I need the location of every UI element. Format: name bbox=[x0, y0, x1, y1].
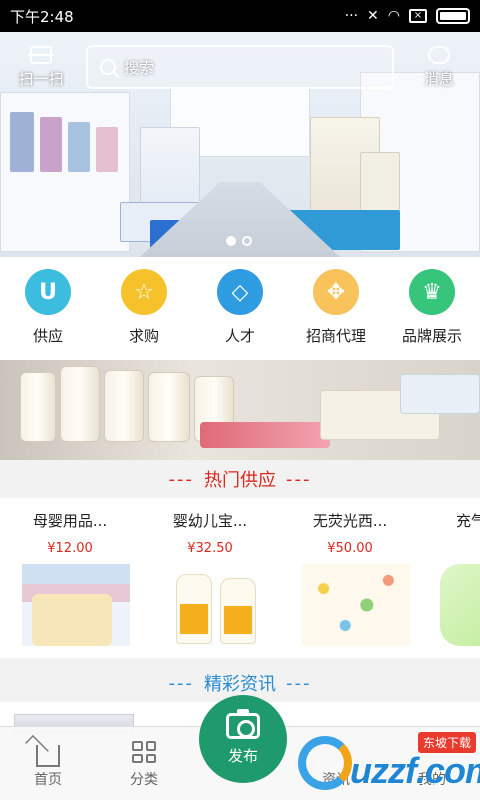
diamond-icon: ◇ bbox=[217, 269, 263, 315]
product-name: 充气 bbox=[456, 512, 480, 530]
watermark-logo: uzzf.com 东坡下载 bbox=[296, 730, 480, 796]
product-card[interactable]: 充气 bbox=[420, 498, 480, 658]
product-price: ¥50.00 bbox=[327, 541, 373, 556]
scan-button[interactable]: 扫一扫 bbox=[10, 45, 72, 89]
grid-icon bbox=[132, 741, 156, 763]
home-icon bbox=[36, 745, 60, 767]
scan-icon bbox=[28, 45, 54, 64]
category-menu: U 供应 ☆ 求购 ◇ 人才 ✥ 招商代理 ♛ 品牌展示 bbox=[0, 257, 480, 360]
wipes-pack bbox=[200, 422, 330, 448]
category-agency[interactable]: ✥ 招商代理 bbox=[293, 269, 379, 346]
status-icons: ··· ✕ ◠ × bbox=[345, 8, 470, 24]
category-purchase[interactable]: ☆ 求购 bbox=[101, 269, 187, 346]
message-label: 消息 bbox=[423, 69, 454, 88]
search-placeholder: 搜索 bbox=[124, 58, 155, 77]
category-label: 品牌展示 bbox=[401, 327, 462, 345]
carousel-dot[interactable] bbox=[226, 236, 236, 246]
arrows-icon: ✥ bbox=[313, 269, 359, 315]
crown-icon: ♛ bbox=[409, 269, 455, 315]
divider: --- bbox=[286, 468, 312, 490]
category-talent[interactable]: ◇ 人才 bbox=[197, 269, 283, 346]
scan-label: 扫一扫 bbox=[18, 69, 64, 88]
product-image bbox=[162, 564, 270, 646]
product-card[interactable]: 婴幼儿宝... ¥32.50 bbox=[140, 498, 280, 658]
divider: --- bbox=[168, 468, 194, 490]
carousel-indicator bbox=[226, 236, 252, 246]
promo-banner[interactable] bbox=[0, 360, 480, 460]
clothing-rack bbox=[68, 122, 90, 172]
status-bar: 下午2:48 ··· ✕ ◠ × bbox=[0, 0, 480, 32]
news-title: 精彩资讯 bbox=[204, 674, 276, 695]
category-brand[interactable]: ♛ 品牌展示 bbox=[389, 269, 475, 346]
product-price: ¥32.50 bbox=[187, 541, 233, 556]
product-price: ¥12.00 bbox=[47, 541, 93, 556]
message-button[interactable]: 消息 bbox=[408, 45, 470, 89]
hero-banner[interactable]: 扫一扫 搜索 消息 bbox=[0, 32, 480, 257]
formula-can bbox=[20, 372, 56, 442]
product-name: 婴幼儿宝... bbox=[172, 512, 248, 530]
watermark-text: uzzf.com bbox=[350, 750, 480, 791]
product-name: 无荧光西... bbox=[312, 512, 388, 530]
camera-icon bbox=[226, 708, 260, 739]
watermark-u-icon bbox=[298, 736, 352, 790]
divider: --- bbox=[286, 672, 312, 694]
tab-home[interactable]: 首页 bbox=[0, 741, 96, 789]
hot-supply-list: 母婴用品... ¥12.00 婴幼儿宝... ¥32.50 无荧光西... ¥5… bbox=[0, 498, 480, 658]
category-label: 供应 bbox=[32, 327, 63, 345]
u-icon: U bbox=[25, 269, 71, 315]
chat-bubble-icon bbox=[428, 45, 450, 64]
search-icon bbox=[100, 59, 116, 75]
hot-supply-title: 热门供应 bbox=[204, 470, 276, 491]
category-label: 人才 bbox=[224, 327, 255, 345]
tab-label: 分类 bbox=[130, 772, 158, 788]
product-name: 母婴用品... bbox=[32, 512, 108, 530]
watermark-badge: 东坡下载 bbox=[418, 732, 477, 753]
formula-can bbox=[60, 366, 100, 442]
tab-label: 首页 bbox=[34, 772, 62, 788]
search-input[interactable]: 搜索 bbox=[86, 45, 394, 89]
tab-category[interactable]: 分类 bbox=[96, 741, 192, 789]
product-image bbox=[22, 564, 130, 646]
product-card[interactable]: 无荧光西... ¥50.00 bbox=[280, 498, 420, 658]
category-supply[interactable]: U 供应 bbox=[5, 269, 91, 346]
battery-icon bbox=[436, 8, 470, 24]
wifi-icon: ◠ bbox=[387, 8, 400, 24]
more-icon: ··· bbox=[344, 8, 359, 24]
clothing-rack bbox=[10, 112, 34, 172]
category-label: 招商代理 bbox=[305, 327, 366, 345]
publish-label: 发布 bbox=[227, 746, 258, 765]
product-box bbox=[400, 374, 480, 414]
formula-can bbox=[148, 372, 190, 442]
publish-button[interactable]: 发布 bbox=[199, 695, 287, 783]
hot-supply-header: --- 热门供应 --- bbox=[0, 460, 480, 498]
star-icon: ☆ bbox=[121, 269, 167, 315]
product-card[interactable]: 母婴用品... ¥12.00 bbox=[0, 498, 140, 658]
sim-icon: × bbox=[409, 9, 427, 23]
divider: --- bbox=[168, 672, 194, 694]
hero-toolbar: 扫一扫 搜索 消息 bbox=[0, 32, 480, 102]
mute-icon: ✕ bbox=[367, 8, 379, 24]
status-time: 下午2:48 bbox=[10, 7, 74, 26]
product-image bbox=[302, 564, 410, 646]
clothing-rack bbox=[40, 117, 62, 172]
clothing-rack bbox=[96, 127, 118, 172]
category-label: 求购 bbox=[128, 327, 159, 345]
carousel-dot[interactable] bbox=[242, 236, 252, 246]
product-image bbox=[440, 564, 480, 646]
formula-can bbox=[104, 370, 144, 442]
